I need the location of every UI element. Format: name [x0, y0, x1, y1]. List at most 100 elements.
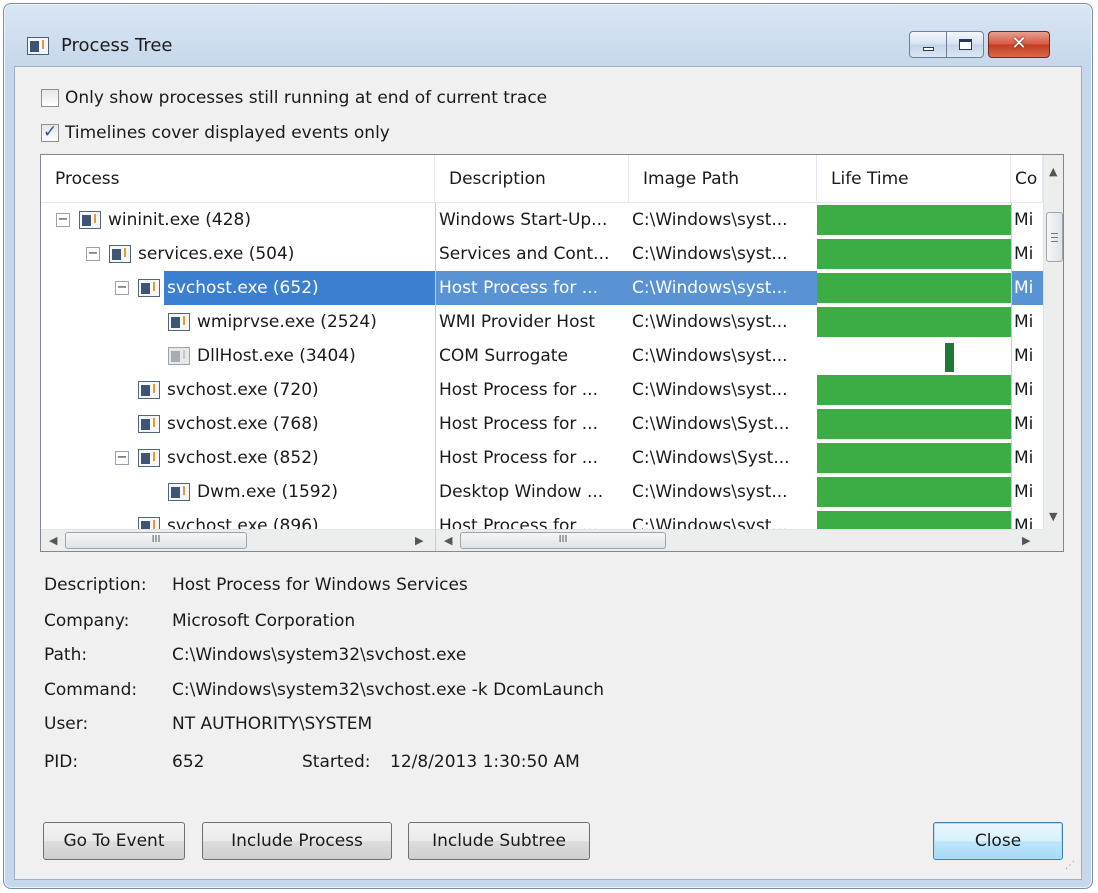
- process-pane-horizontal-scrollbar[interactable]: ◀ III ▶: [41, 529, 435, 551]
- collapse-toggle[interactable]: −: [115, 451, 129, 465]
- column-header-process[interactable]: Process: [41, 155, 435, 203]
- image-path-cell: C:\Windows\syst...: [632, 346, 788, 366]
- pid-value: 652: [172, 752, 205, 772]
- include-process-button[interactable]: Include Process: [202, 822, 392, 860]
- title-bar[interactable]: Process Tree ✕: [4, 4, 1092, 66]
- close-icon: ✕: [1011, 33, 1027, 54]
- table-row[interactable]: − wininit.exe (428) Windows Start-Up... …: [41, 203, 1043, 237]
- column-header-company[interactable]: Co: [1011, 155, 1043, 203]
- window-title: Process Tree: [61, 35, 173, 56]
- scroll-right-arrow-icon[interactable]: ▶: [1022, 534, 1030, 547]
- life-time-marker: [817, 341, 1011, 372]
- column-header-row: Process Description Image Path Life Time…: [41, 155, 1063, 203]
- life-time-bar: [817, 205, 1011, 235]
- process-icon: [138, 415, 160, 433]
- process-icon: [138, 279, 160, 297]
- description-label: Description:: [44, 575, 147, 595]
- table-row[interactable]: Dwm.exe (1592) Desktop Window ... C:\Win…: [41, 475, 1043, 509]
- timelines-label: Timelines cover displayed events only: [65, 123, 390, 143]
- resize-grip-icon[interactable]: ⋰: [1065, 861, 1077, 875]
- minimize-icon: [923, 47, 934, 51]
- description-cell: Host Process for ...: [435, 373, 629, 407]
- company-cell: Mi: [1011, 509, 1043, 529]
- scroll-right-arrow-icon[interactable]: ▶: [415, 534, 423, 547]
- life-time-cell: [817, 407, 1011, 441]
- vertical-scroll-thumb[interactable]: [1046, 212, 1063, 262]
- company-cell: Mi: [1011, 373, 1043, 407]
- process-icon: [138, 517, 160, 529]
- table-row[interactable]: DllHost.exe (3404) COM Surrogate C:\Wind…: [41, 339, 1043, 373]
- life-time-bar: [817, 239, 1011, 269]
- table-row[interactable]: − svchost.exe (852) Host Process for ...…: [41, 441, 1043, 475]
- table-row[interactable]: − services.exe (504) Services and Cont..…: [41, 237, 1043, 271]
- column-header-image-path[interactable]: Image Path: [629, 155, 817, 203]
- process-name: svchost.exe (896): [167, 516, 319, 529]
- command-value: C:\Windows\system32\svchost.exe -k DcomL…: [172, 680, 605, 700]
- maximize-button[interactable]: [946, 31, 984, 58]
- grip-icon: [1051, 233, 1058, 242]
- scroll-down-arrow-icon[interactable]: ▼: [1049, 510, 1057, 523]
- timelines-option[interactable]: Timelines cover displayed events only: [41, 122, 390, 144]
- process-cell: wmiprvse.exe (2524): [41, 305, 435, 339]
- process-tree-list[interactable]: Process Description Image Path Life Time…: [40, 154, 1064, 552]
- app-icon: [27, 37, 49, 55]
- path-label: Path:: [44, 645, 88, 665]
- life-time-cell: [817, 509, 1011, 529]
- life-time-bar: [817, 375, 1011, 405]
- details-pane-horizontal-scrollbar[interactable]: ◀ III ▶: [435, 529, 1043, 551]
- table-row[interactable]: svchost.exe (768) Host Process for ... C…: [41, 407, 1043, 441]
- scroll-up-arrow-icon[interactable]: ▲: [1049, 165, 1057, 178]
- life-time-cell: [817, 305, 1011, 339]
- process-name: Dwm.exe (1592): [197, 482, 339, 502]
- collapse-toggle[interactable]: −: [86, 247, 100, 261]
- only-running-option[interactable]: Only show processes still running at end…: [41, 87, 547, 109]
- table-row-selected[interactable]: − svchost.exe (652) Host Process for ...…: [41, 271, 1043, 305]
- company-cell: Mi: [1011, 237, 1043, 271]
- description-cell: Host Process for ...: [435, 271, 629, 305]
- horizontal-scroll-thumb[interactable]: III: [65, 532, 247, 549]
- description-cell: Host Process for ...: [435, 407, 629, 441]
- image-path-cell: C:\Windows\Syst...: [632, 448, 790, 468]
- pid-label: PID:: [44, 752, 79, 772]
- timelines-checkbox[interactable]: [41, 122, 59, 142]
- description-cell: Host Process for ...: [435, 509, 629, 529]
- table-row[interactable]: svchost.exe (720) Host Process for ... C…: [41, 373, 1043, 407]
- scroll-left-arrow-icon[interactable]: ◀: [49, 534, 57, 547]
- include-subtree-button[interactable]: Include Subtree: [408, 822, 590, 860]
- process-cell: DllHost.exe (3404): [41, 339, 435, 373]
- image-path-cell: C:\Windows\syst...: [632, 482, 788, 502]
- life-time-cell: [817, 475, 1011, 509]
- vertical-scrollbar[interactable]: ▲ ▼: [1043, 155, 1063, 529]
- company-label: Company:: [44, 611, 130, 631]
- image-path-cell: C:\Windows\syst...: [632, 516, 788, 529]
- description-value: Host Process for Windows Services: [172, 575, 468, 595]
- collapse-toggle[interactable]: −: [115, 281, 129, 295]
- column-header-description[interactable]: Description: [435, 155, 629, 203]
- user-value: NT AUTHORITY\SYSTEM: [172, 714, 373, 734]
- process-icon: [138, 449, 160, 467]
- only-running-checkbox[interactable]: [41, 89, 59, 107]
- life-time-cell: [817, 237, 1011, 271]
- table-row[interactable]: svchost.exe (896) Host Process for ... C…: [41, 509, 1043, 529]
- table-row[interactable]: wmiprvse.exe (2524) WMI Provider Host C:…: [41, 305, 1043, 339]
- scroll-left-arrow-icon[interactable]: ◀: [444, 534, 452, 547]
- close-button[interactable]: Close: [933, 822, 1063, 860]
- process-cell: − svchost.exe (852): [41, 441, 435, 475]
- process-name: services.exe (504): [138, 244, 295, 264]
- column-header-life-time[interactable]: Life Time: [817, 155, 1011, 203]
- go-to-event-button[interactable]: Go To Event: [43, 822, 185, 860]
- path-value: C:\Windows\system32\svchost.exe: [172, 645, 467, 665]
- close-window-button[interactable]: ✕: [988, 31, 1050, 58]
- life-time-cell: [817, 271, 1011, 305]
- image-path-cell: C:\Windows\Syst...: [632, 414, 790, 434]
- collapse-toggle[interactable]: −: [56, 213, 70, 227]
- life-time-bar: [817, 409, 1011, 439]
- started-label: Started:: [302, 752, 371, 772]
- image-path-cell: C:\Windows\syst...: [629, 271, 817, 305]
- description-cell: Desktop Window ...: [435, 475, 629, 509]
- horizontal-scroll-thumb[interactable]: III: [460, 532, 666, 549]
- user-label: User:: [44, 714, 89, 734]
- scrollbar-corner: [1043, 529, 1063, 551]
- minimize-button[interactable]: [909, 31, 947, 58]
- description-cell: Services and Cont...: [435, 237, 629, 271]
